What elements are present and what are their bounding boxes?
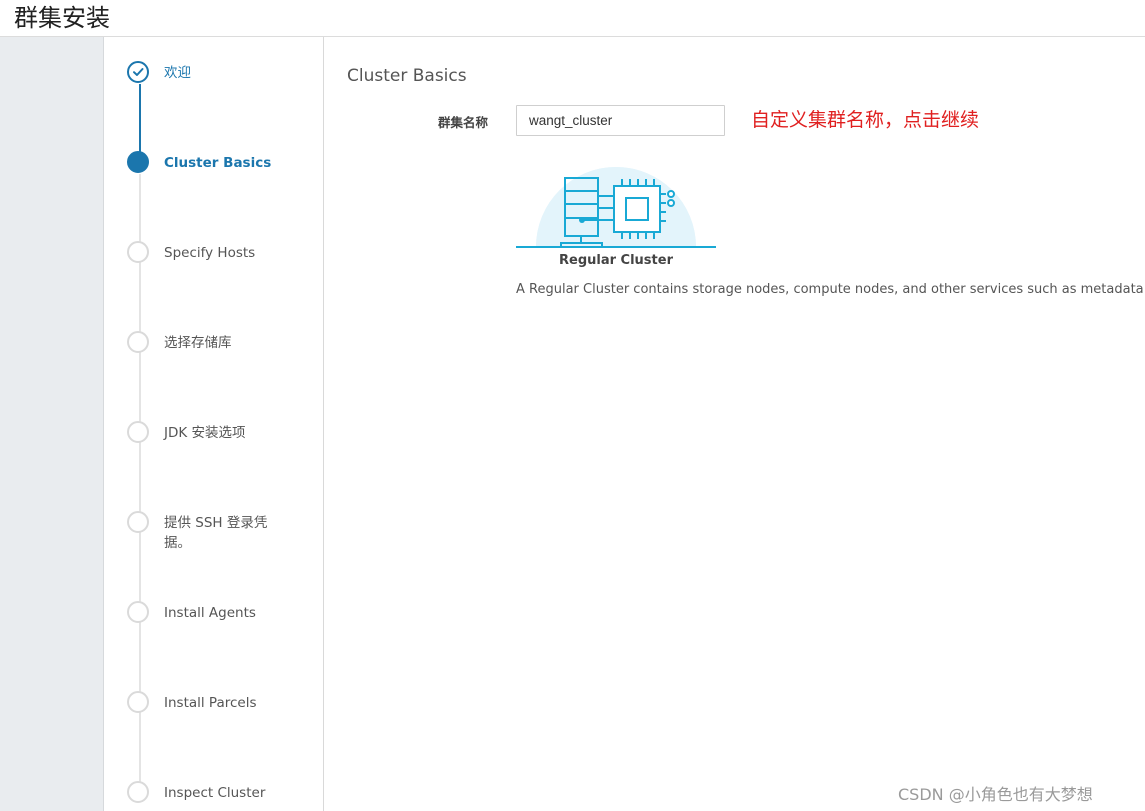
step-connector-done (139, 84, 141, 152)
step-pending-indicator (127, 421, 149, 443)
cluster-illustration-icon (516, 167, 716, 248)
step-label: 选择存储库 (164, 335, 232, 351)
step-cluster-basics[interactable]: Cluster Basics (127, 151, 317, 181)
left-gutter (0, 37, 104, 811)
check-icon (133, 68, 144, 76)
step-specify-hosts[interactable]: Specify Hosts (127, 241, 317, 271)
step-label: Install Parcels (164, 695, 257, 711)
step-pending-indicator (127, 241, 149, 263)
step-install-agents[interactable]: Install Agents (127, 601, 317, 631)
page-title: 群集安装 (14, 4, 110, 32)
cluster-name-label: 群集名称 (438, 115, 489, 130)
step-pending-indicator (127, 601, 149, 623)
step-label: Specify Hosts (164, 245, 256, 261)
annotation-note: 自定义集群名称，点击继续 (751, 109, 980, 131)
header: 群集安装 (0, 0, 1145, 37)
step-pending-indicator (127, 511, 149, 533)
step-pending-indicator (127, 331, 149, 353)
step-label: Cluster Basics (164, 155, 272, 171)
step-label: 欢迎 (164, 65, 191, 81)
step-done-indicator (127, 61, 149, 83)
step-pending-indicator (127, 781, 149, 803)
step-inspect-cluster[interactable]: Inspect Cluster (127, 781, 317, 811)
step-label: Inspect Cluster (164, 785, 266, 801)
step-current-indicator (127, 151, 149, 173)
step-label: JDK 安装选项 (164, 425, 246, 441)
step-welcome[interactable]: 欢迎 (127, 61, 317, 91)
step-select-repository[interactable]: 选择存储库 (127, 331, 317, 361)
step-ssh-credentials[interactable]: 提供 SSH 登录凭据。 (127, 511, 317, 555)
cluster-name-input[interactable] (516, 105, 725, 136)
step-pending-indicator (127, 691, 149, 713)
step-label: Install Agents (164, 605, 256, 621)
regular-cluster-option[interactable] (516, 148, 716, 250)
step-label: 提供 SSH 登录凭据。 (164, 515, 268, 551)
step-install-parcels[interactable]: Install Parcels (127, 691, 317, 721)
section-title: Cluster Basics (347, 66, 467, 86)
watermark: CSDN @小角色也有大梦想 (898, 785, 1093, 804)
option-title: Regular Cluster (559, 253, 673, 268)
option-description: A Regular Cluster contains storage nodes… (516, 282, 1145, 297)
step-jdk-options[interactable]: JDK 安装选项 (127, 421, 317, 451)
